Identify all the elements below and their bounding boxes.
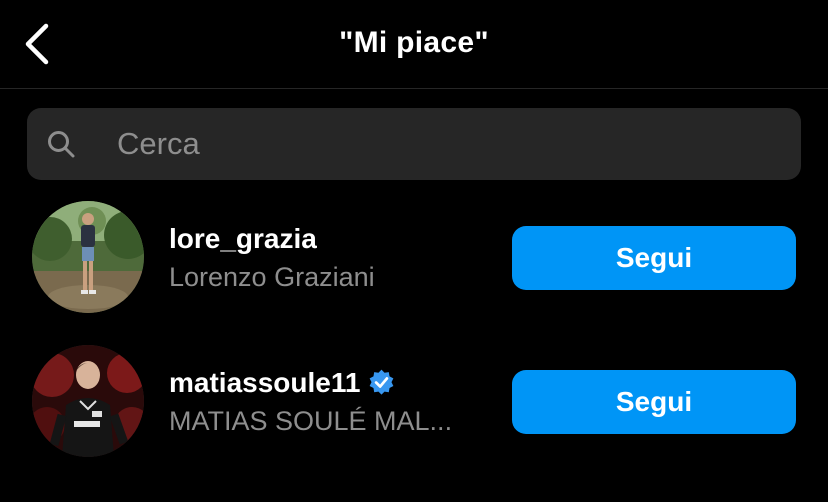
- follow-button[interactable]: Segui: [512, 370, 796, 434]
- avatar[interactable]: [32, 345, 144, 457]
- username-text: matiassoule11: [169, 367, 361, 398]
- search-input[interactable]: [117, 108, 777, 180]
- username[interactable]: matiassoule11: [169, 367, 395, 399]
- full-name: MATIAS SOULÉ MAL...: [169, 406, 453, 436]
- list-item[interactable]: matiassoule11 MATIAS SOULÉ MAL... Segui: [0, 343, 828, 463]
- follow-button[interactable]: Segui: [512, 226, 796, 290]
- top-bar: "Mi piace": [0, 0, 828, 89]
- search-icon: [46, 129, 76, 159]
- full-name: Lorenzo Graziani: [169, 262, 375, 292]
- username[interactable]: lore_grazia: [169, 223, 317, 255]
- list-item[interactable]: lore_grazia Lorenzo Graziani Segui: [0, 199, 828, 319]
- page-title: "Mi piace": [339, 26, 489, 59]
- verified-badge-icon: [368, 369, 395, 396]
- avatar[interactable]: [32, 201, 144, 313]
- search-bar[interactable]: [27, 108, 801, 180]
